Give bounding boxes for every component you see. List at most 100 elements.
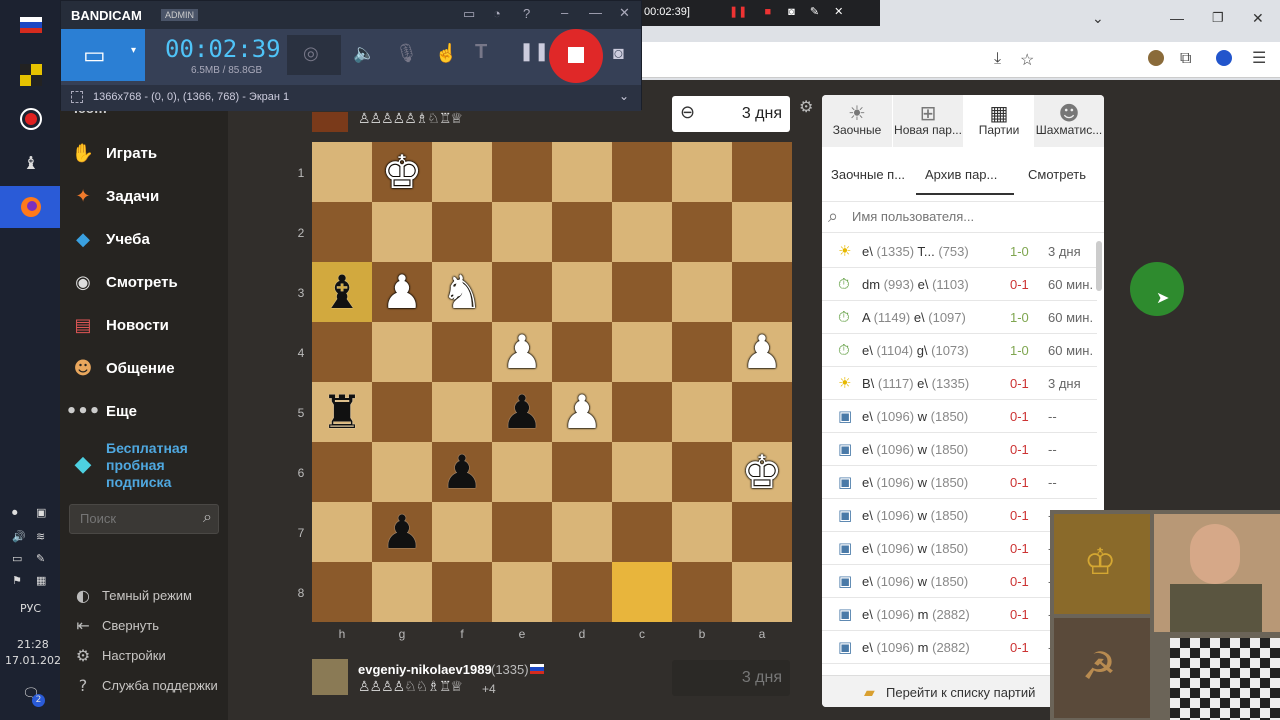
close-window-icon[interactable]: ✕ (1252, 10, 1264, 27)
chevron-down-icon[interactable]: ⌄ (619, 89, 629, 103)
nav-news[interactable]: ▤ Новости (70, 310, 168, 340)
screen-mode-button[interactable]: ▭ ▾ (61, 29, 145, 81)
chess-piece[interactable]: ♞ (441, 269, 482, 315)
chess-board[interactable]: ♚ ♝ ♟ ♞ ♟ ♟ ♜ ♟ ♟ ♟ ♚ ♟ (312, 142, 792, 622)
mic-icon[interactable]: 🎙 (395, 43, 418, 64)
board-square[interactable] (552, 502, 612, 562)
board-square[interactable] (552, 442, 612, 502)
tab-players[interactable]: ☻ Шахматис... (1034, 95, 1104, 147)
board-square[interactable] (672, 382, 732, 442)
chess-piece[interactable]: ♚ (741, 449, 782, 495)
board-square[interactable] (432, 502, 492, 562)
board-square[interactable] (372, 202, 432, 262)
extensions-icon[interactable]: ⧉ (1180, 50, 1191, 68)
board-square[interactable] (552, 262, 612, 322)
board-square[interactable] (372, 562, 432, 622)
board-square[interactable] (312, 502, 372, 562)
battery-tray-icon[interactable]: ▭ (12, 552, 22, 565)
opponent-avatar[interactable] (312, 112, 348, 132)
board-square[interactable] (672, 142, 732, 202)
board-square[interactable] (732, 262, 792, 322)
board-square[interactable] (612, 442, 672, 502)
board-square[interactable] (552, 202, 612, 262)
tab-games[interactable]: ▦ Партии (964, 95, 1034, 147)
nav-search[interactable]: ⌕ (69, 504, 219, 534)
language-indicator[interactable]: РУС (20, 602, 41, 615)
board-square[interactable] (732, 202, 792, 262)
board-square[interactable]: ♜ (312, 382, 372, 442)
chess-piece[interactable]: ♟ (501, 389, 542, 435)
board-square[interactable] (672, 322, 732, 382)
board-square[interactable] (312, 202, 372, 262)
chess-piece[interactable]: ♜ (321, 389, 362, 435)
board-square[interactable] (432, 202, 492, 262)
board-square[interactable] (672, 442, 732, 502)
board-square[interactable] (612, 502, 672, 562)
minimize-icon[interactable]: — (1170, 10, 1184, 26)
nav-support[interactable]: ? Служба поддержки (72, 673, 218, 697)
speaker-icon[interactable]: 🔈 (353, 43, 375, 64)
pause-icon[interactable]: ❚❚ (519, 41, 549, 62)
chess-piece[interactable]: ♟ (561, 389, 602, 435)
record-icon[interactable] (18, 106, 44, 132)
board-square[interactable] (672, 502, 732, 562)
profile-avatar[interactable] (1148, 50, 1164, 66)
text-icon[interactable]: T (475, 41, 487, 64)
close-icon[interactable]: ✕ (834, 6, 843, 18)
board-square[interactable]: ♚ (372, 142, 432, 202)
nav-more[interactable]: ••• Еще (66, 396, 137, 426)
nav-social[interactable]: ☻ Общение (70, 353, 175, 383)
board-square[interactable]: ♟ (732, 322, 792, 382)
board-square[interactable] (612, 382, 672, 442)
chevron-down-icon[interactable]: ⌄ (1092, 10, 1104, 27)
board-square[interactable] (492, 502, 552, 562)
game-row[interactable]: ▣ e\ (1096) w (1850) 0-1 -- (822, 400, 1097, 433)
board-square[interactable]: ♟ (492, 322, 552, 382)
board-square[interactable]: ♟ (492, 382, 552, 442)
firefox-icon[interactable] (18, 194, 44, 220)
folder-icon[interactable]: ▭ (463, 6, 475, 22)
screenshot-icon[interactable]: ◙ (613, 43, 624, 64)
board-square[interactable] (612, 562, 672, 622)
board-square[interactable]: ♟ (372, 262, 432, 322)
clock-date[interactable]: 17.01.2026 (5, 654, 68, 667)
board-square[interactable] (492, 262, 552, 322)
chess-piece[interactable]: ♟ (741, 329, 782, 375)
close-icon[interactable]: ✕ (619, 5, 630, 21)
search-input[interactable] (70, 505, 190, 532)
board-square[interactable]: ♟ (372, 502, 432, 562)
board-square[interactable]: ♟ (552, 382, 612, 442)
board-square[interactable] (732, 502, 792, 562)
menu-icon[interactable]: ☰ (1252, 48, 1266, 68)
speaker-tray-icon[interactable]: 🔊 (12, 530, 26, 543)
board-square[interactable] (612, 322, 672, 382)
grid-tray-icon[interactable]: ▦ (36, 574, 46, 587)
chess-piece-icon[interactable]: ♝ (18, 150, 44, 176)
game-row[interactable]: ☀ B\ (1117) e\ (1335) 0-1 3 дня (822, 367, 1097, 400)
board-square[interactable] (732, 562, 792, 622)
board-square[interactable] (312, 322, 372, 382)
board-square[interactable] (492, 142, 552, 202)
board-square[interactable] (732, 142, 792, 202)
pencil-icon[interactable]: ✎ (810, 6, 819, 18)
board-square[interactable] (432, 382, 492, 442)
restore-icon[interactable]: — (589, 5, 602, 20)
flag-icon[interactable] (18, 12, 44, 38)
username-input[interactable] (852, 209, 1052, 224)
cursor-icon[interactable]: ☝ (435, 43, 457, 64)
board-square[interactable]: ♞ (432, 262, 492, 322)
username-search[interactable]: ⌕ (822, 201, 1104, 233)
nav-settings[interactable]: ⚙ Настройки (72, 643, 166, 667)
chess-piece[interactable]: ♟ (501, 329, 542, 375)
board-square[interactable] (552, 322, 612, 382)
board-square[interactable] (672, 562, 732, 622)
vpn-icon[interactable] (1216, 50, 1232, 66)
scrollbar[interactable] (1096, 241, 1102, 291)
nav-play[interactable]: ✋ Играть (70, 138, 157, 168)
game-row[interactable]: ⏱ A (1149) e\ (1097) 1-0 60 мин. (822, 301, 1097, 334)
download-icon[interactable]: ⤓ (994, 50, 1001, 68)
board-square[interactable] (552, 562, 612, 622)
address-bar[interactable]: ⤓ ☆ ⧉ ☰ (640, 42, 1280, 78)
help-icon[interactable]: ? (523, 6, 530, 21)
board-square[interactable] (612, 262, 672, 322)
